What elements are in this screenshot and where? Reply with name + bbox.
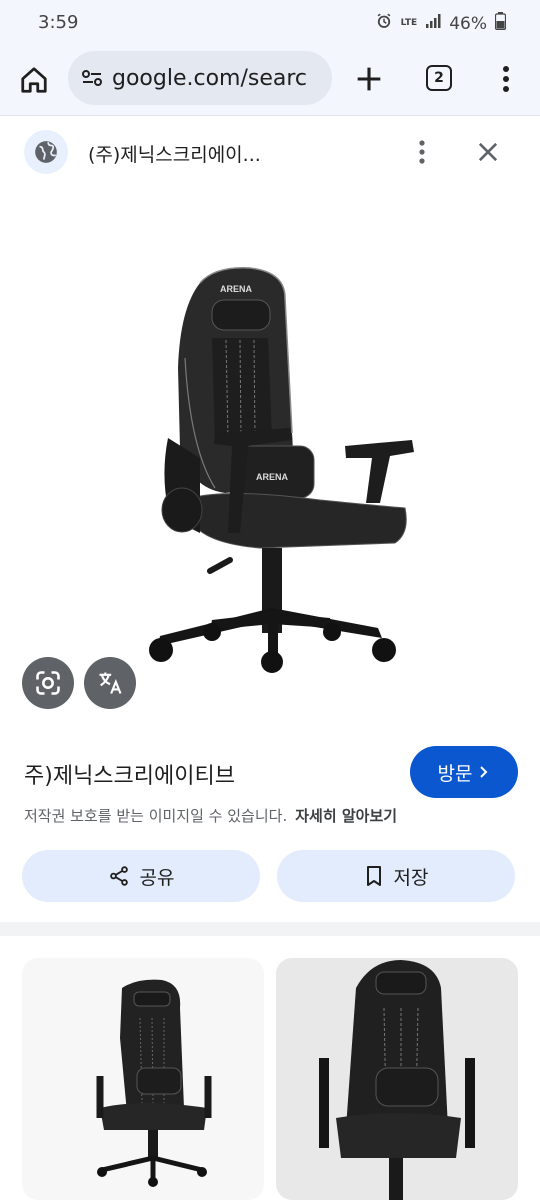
status-time: 3:59 [38,12,79,33]
gaming-chair-thumbnail [319,960,475,1200]
new-tab-button[interactable] [352,62,386,96]
gaming-chair-image: ARENA ARENA [149,267,414,673]
signal-icon [425,13,441,34]
browser-toolbar: google.com/searc 2 [0,46,540,116]
overflow-menu-button[interactable] [494,62,518,96]
brand-label-lumbar: ARENA [256,472,289,482]
chevron-right-icon [480,766,488,778]
battery-percent: 46% [449,13,487,34]
learn-more-link[interactable]: 자세히 알아보기 [295,807,397,825]
section-divider [0,922,540,936]
new-tab-icon [357,67,381,91]
tab-switcher-button[interactable]: 2 [426,65,452,91]
image-source-row: (주)제닉스크리에이... [0,116,540,188]
globe-icon [35,141,57,163]
translate-button[interactable] [84,657,136,709]
network-type: LTE [400,18,418,28]
visit-label: 방문 [437,762,473,785]
close-icon [478,142,498,162]
site-info-icon[interactable] [80,66,104,90]
status-indicators: LTE 46% [375,12,507,35]
home-button[interactable] [16,62,52,98]
source-name[interactable]: (주)제닉스크리에이... [88,140,261,167]
share-button[interactable]: 공유 [22,850,260,902]
source-more-button[interactable] [410,138,434,166]
save-label: 저장 [393,866,429,889]
lens-icon [36,671,60,695]
home-icon [21,67,47,93]
status-bar: 3:59 LTE 46% [0,0,540,46]
related-image-1[interactable] [22,958,264,1200]
main-image[interactable]: ARENA ARENA [0,188,540,718]
lens-search-button[interactable] [22,657,74,709]
address-bar[interactable]: google.com/searc [68,51,332,105]
result-title: 주)제닉스크리에이티브 [24,764,235,789]
url-text[interactable]: google.com/searc [112,66,307,91]
share-label: 공유 [139,866,175,889]
overflow-menu-icon [503,66,509,92]
close-button[interactable] [474,138,502,166]
alarm-icon [375,12,393,35]
share-icon [109,866,128,886]
copyright-notice: 저작권 보호를 받는 이미지일 수 있습니다. 자세히 알아보기 [24,805,397,826]
more-vert-icon [419,140,425,164]
gaming-chair-thumbnail [96,979,212,1187]
source-favicon [24,130,68,174]
battery-icon [494,12,507,35]
related-image-2[interactable] [276,958,518,1200]
save-button[interactable]: 저장 [277,850,515,902]
translate-icon [99,672,122,694]
brand-label-top: ARENA [220,284,253,294]
visit-button[interactable]: 방문 [410,746,518,798]
copyright-text: 저작권 보호를 받는 이미지일 수 있습니다. [24,807,288,825]
bookmark-icon [366,866,381,886]
